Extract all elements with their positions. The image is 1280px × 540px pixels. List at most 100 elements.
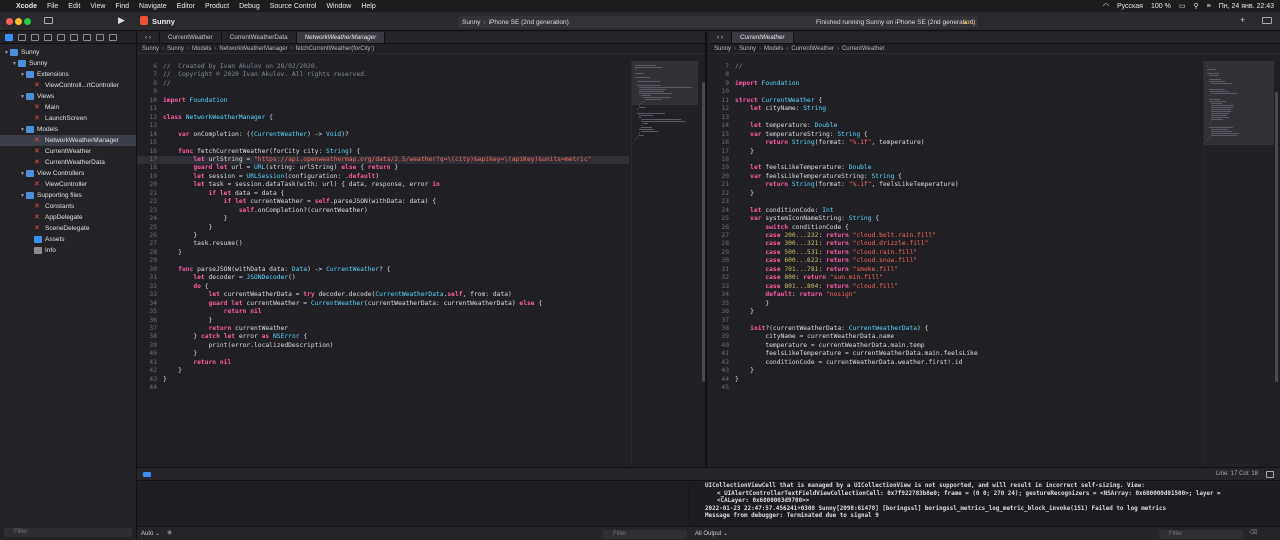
auto-variables-select[interactable]: Auto ⌄ <box>141 530 160 537</box>
code-line[interactable]: switch conditionCode { <box>735 224 848 232</box>
add-icon[interactable]: + <box>1240 15 1245 25</box>
code-line[interactable]: } <box>163 376 167 384</box>
breadcrumb-item[interactable]: Sunny <box>739 46 756 52</box>
minimap[interactable] <box>631 61 698 465</box>
breadcrumb-item[interactable]: CurrentWeather <box>842 46 885 52</box>
code-line[interactable]: class NetworkWeatherManager { <box>163 114 273 122</box>
code-line[interactable]: } <box>163 224 212 232</box>
zoom-window-button[interactable] <box>24 18 31 25</box>
close-window-button[interactable] <box>6 18 13 25</box>
menu-find[interactable]: Find <box>115 3 129 10</box>
code-line[interactable]: case 701...781: return "smoke.fill" <box>735 266 898 274</box>
menu-editor[interactable]: Editor <box>177 3 195 10</box>
breadcrumb-item[interactable]: Sunny <box>142 46 159 52</box>
tree-item[interactable]: ✕ SceneDelegate <box>0 223 136 234</box>
code-line[interactable]: init?(currentWeatherData: CurrentWeather… <box>735 325 928 333</box>
code-line[interactable]: // Copyright © 2020 Ivan Akulov. All rig… <box>163 71 368 79</box>
menu-source-control[interactable]: Source Control <box>270 3 317 10</box>
code-line[interactable]: temperature = currentWeatherData.main.te… <box>735 342 924 350</box>
code-line[interactable]: import Foundation <box>163 97 227 105</box>
tree-item[interactable]: ▼ Views <box>0 91 136 102</box>
tree-item[interactable]: ▼ Extensions <box>0 69 136 80</box>
hide-debug-area-icon[interactable] <box>143 472 151 477</box>
code-line[interactable]: var onCompletion: ((CurrentWeather) -> V… <box>163 131 349 139</box>
tree-item[interactable]: ✕ ViewController <box>0 179 136 190</box>
tree-item[interactable]: ✕ AppDelegate <box>0 212 136 223</box>
menu-help[interactable]: Help <box>361 3 375 10</box>
scrollbar[interactable] <box>1275 92 1278 382</box>
search-icon[interactable]: ⚲ <box>1193 2 1198 10</box>
breadcrumb-item[interactable]: fetchCurrentWeather(forCity:) <box>296 46 375 52</box>
battery-label[interactable]: 100 % <box>1151 3 1171 10</box>
code-line[interactable]: case 801...804: return "cloud.fill" <box>735 283 898 291</box>
code-line[interactable]: case 200...232: return "cloud.bolt.rain.… <box>735 232 936 240</box>
code-line[interactable]: if let data = data { <box>163 190 285 198</box>
tab-navigation-icon[interactable]: ‹ › <box>709 32 732 43</box>
code-line[interactable]: let currentWeatherData = try decoder.dec… <box>163 291 512 299</box>
code-line[interactable]: return String(format: "%.1f", feelsLikeT… <box>735 181 958 189</box>
code-line[interactable]: let urlString = "https://api.openweather… <box>163 156 591 164</box>
device-name[interactable]: iPhone SE (2nd generation) <box>489 19 569 26</box>
code-line[interactable]: default: return "nosign" <box>735 291 856 299</box>
code-line[interactable]: do { <box>163 283 208 291</box>
code-line[interactable]: let conditionCode: Int <box>735 207 833 215</box>
code-line[interactable]: cityName = currentWeatherData.name <box>735 333 894 341</box>
sidebar-toggle-icon[interactable] <box>44 17 53 24</box>
code-line[interactable]: let temperature: Double <box>735 122 837 130</box>
code-line[interactable]: return String(format: "%.1f", temperatur… <box>735 139 924 147</box>
code-line[interactable]: let task = session.dataTask(with: url) {… <box>163 181 439 189</box>
code-line[interactable]: var feelsLikeTemperatureString: String { <box>735 173 902 181</box>
breadcrumb-item[interactable]: NetworkWeatherManager <box>219 46 287 52</box>
code-line[interactable]: } <box>163 350 197 358</box>
code-line[interactable]: return nil <box>163 308 262 316</box>
code-line[interactable]: } <box>163 232 197 240</box>
code-line[interactable]: func fetchCurrentWeather(forCity city: S… <box>163 148 360 156</box>
warning-badge[interactable]: ▲ 1 <box>962 19 974 26</box>
code-line[interactable]: var temperatureString: String { <box>735 131 868 139</box>
console-filter-input[interactable]: Filter <box>1159 530 1243 539</box>
test-icon[interactable] <box>70 34 78 41</box>
code-line[interactable]: print(error.localizedDescription) <box>163 342 333 350</box>
navigator-filter-input[interactable]: Filter <box>4 528 132 537</box>
tree-item[interactable]: Assets <box>0 234 136 245</box>
code-line[interactable]: // <box>735 63 743 71</box>
code-line[interactable]: case 600...622: return "cloud.snow.fill" <box>735 257 917 265</box>
minimize-window-button[interactable] <box>15 18 22 25</box>
tree-item[interactable]: ▼ Models <box>0 124 136 135</box>
code-area[interactable]: 6 // Created by Ivan Akulov on 28/02/2020… <box>137 61 629 465</box>
code-line[interactable]: return currentWeather <box>163 325 289 333</box>
menu-view[interactable]: View <box>90 3 105 10</box>
code-line[interactable]: // Created by Ivan Akulov on 28/02/2020. <box>163 63 318 71</box>
code-line[interactable]: } <box>163 215 228 223</box>
code-line[interactable]: } <box>735 308 754 316</box>
tree-item[interactable]: ▼ Sunny <box>0 58 136 69</box>
code-line[interactable]: let cityName: String <box>735 105 826 113</box>
tree-item[interactable]: ✕ CurrentWeather <box>0 146 136 157</box>
code-line[interactable]: func parseJSON(withData data: Data) -> C… <box>163 266 390 274</box>
code-line[interactable]: import Foundation <box>735 80 799 88</box>
console-toggle-icon[interactable] <box>1266 471 1274 478</box>
editor-tab[interactable]: CurrentWeatherData <box>222 32 297 43</box>
code-line[interactable]: conditionCode = currentWeatherData.weath… <box>735 359 962 367</box>
breadcrumb-item[interactable]: Models <box>192 46 211 52</box>
code-area[interactable]: 7 // 8 9 import Foundation 10 11 struct Current… <box>709 61 1201 465</box>
control-center-icon[interactable]: ≡ <box>1207 3 1211 10</box>
battery-icon[interactable]: ▭ <box>1179 2 1186 10</box>
code-line[interactable]: let decoder = JSONDecoder() <box>163 274 295 282</box>
code-line[interactable]: case 300...321: return "cloud.drizzle.fi… <box>735 240 928 248</box>
breadcrumb-item[interactable]: CurrentWeather <box>791 46 834 52</box>
menu-xcode[interactable]: Xcode <box>16 3 37 10</box>
debug-icon[interactable] <box>83 34 91 41</box>
minimap[interactable] <box>1203 61 1274 465</box>
tree-item[interactable]: ✕ ViewControll...rtController <box>0 80 136 91</box>
tree-item[interactable]: ▼ Sunny <box>0 47 136 58</box>
folder-icon[interactable] <box>5 34 13 41</box>
code-line[interactable]: feelsLikeTemperature = currentWeatherDat… <box>735 350 977 358</box>
code-line[interactable]: task.resume() <box>163 240 242 248</box>
code-line[interactable]: guard let url = URL(string: urlString) e… <box>163 164 398 172</box>
eye-icon[interactable]: ◉ <box>167 529 172 536</box>
trash-icon[interactable]: ⌫ <box>1249 529 1257 536</box>
code-line[interactable]: return nil <box>163 359 231 367</box>
inspector-toggle-icon[interactable] <box>1262 17 1272 24</box>
code-line[interactable]: guard let currentWeather = CurrentWeathe… <box>163 300 543 308</box>
